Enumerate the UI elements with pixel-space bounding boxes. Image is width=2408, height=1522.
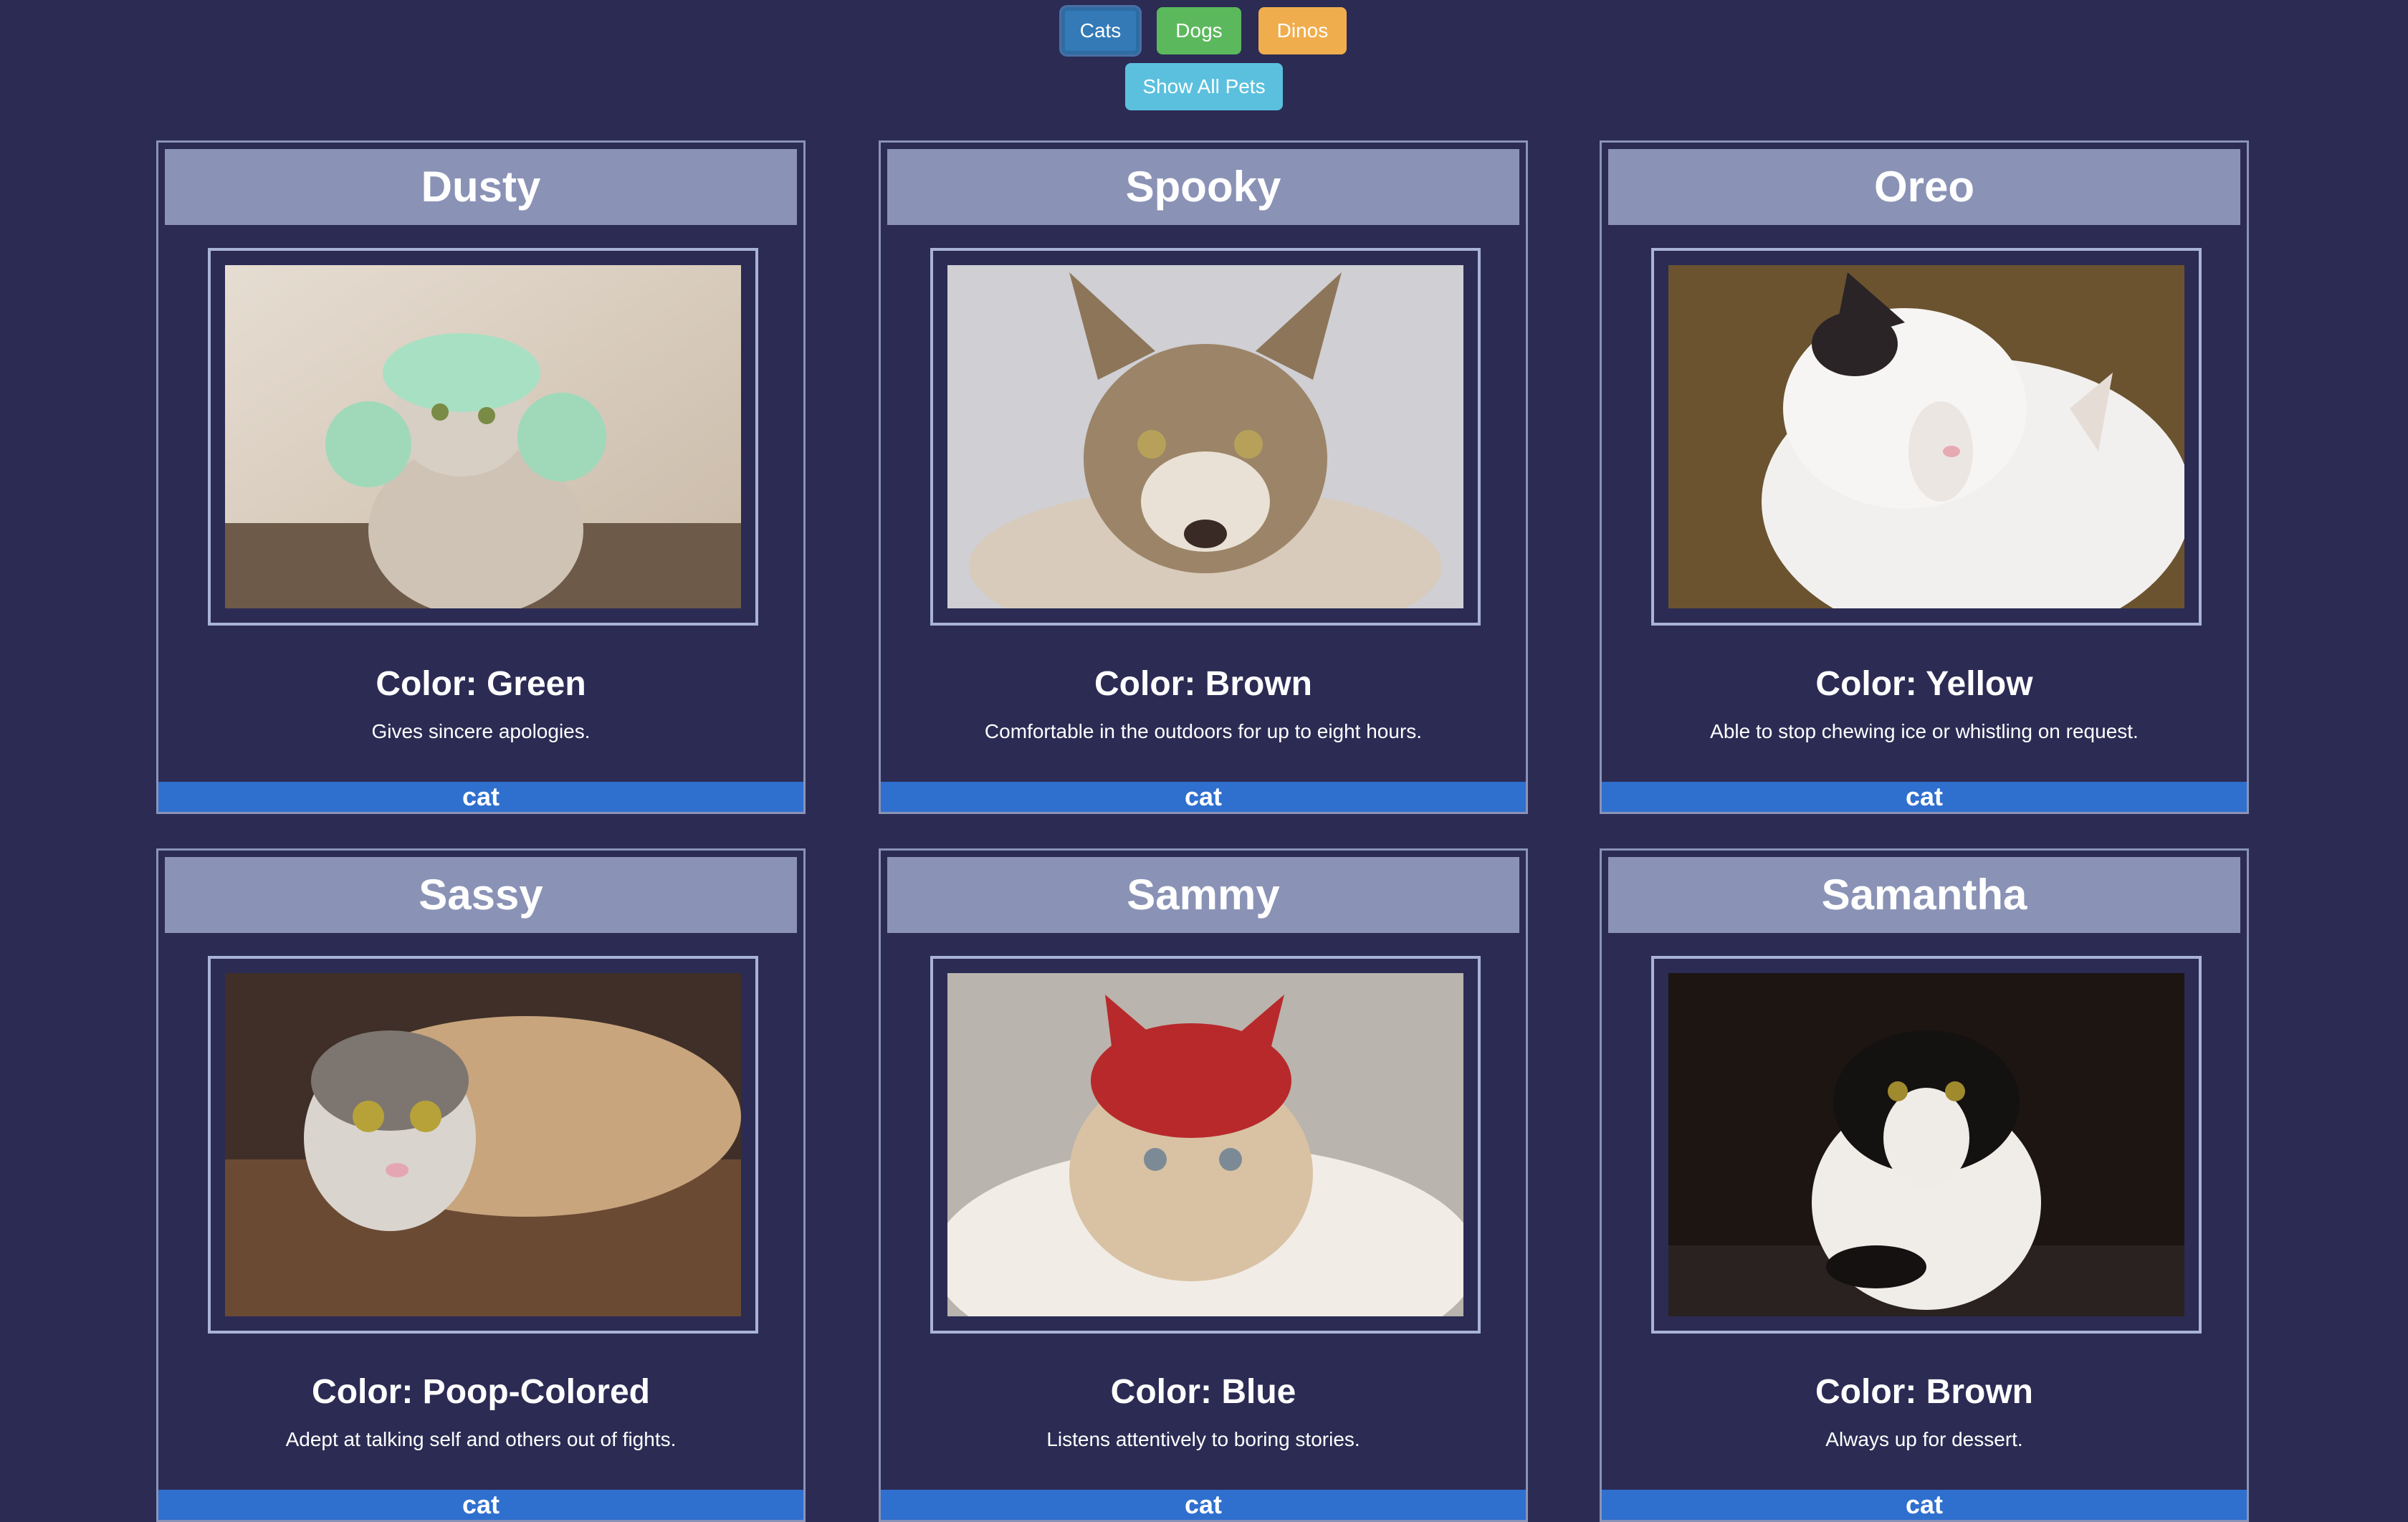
pet-type-bar: cat bbox=[158, 1490, 803, 1520]
pet-description: Adept at talking self and others out of … bbox=[285, 1428, 677, 1450]
pet-card: Dusty Color: Green Gives sincere apologi… bbox=[156, 140, 806, 814]
pet-photo-frame bbox=[208, 956, 758, 1334]
pet-name: Sassy bbox=[165, 857, 797, 933]
pet-color: Color: Brown bbox=[1815, 1373, 2033, 1411]
pet-photo bbox=[225, 265, 741, 608]
pet-photo bbox=[947, 973, 1463, 1316]
pet-name: Spooky bbox=[887, 149, 1519, 225]
pet-description: Able to stop chewing ice or whistling on… bbox=[1710, 720, 2139, 742]
cats-filter-button[interactable]: Cats bbox=[1061, 7, 1140, 54]
dogs-filter-button[interactable]: Dogs bbox=[1157, 7, 1241, 54]
pet-name: Samantha bbox=[1608, 857, 2240, 933]
pet-type-bar: cat bbox=[881, 782, 1526, 812]
pet-card: Oreo Color: Yellow Able to stop chewing … bbox=[1600, 140, 2249, 814]
pet-photo bbox=[947, 265, 1463, 608]
pet-description: Comfortable in the outdoors for up to ei… bbox=[984, 720, 1423, 742]
pet-description: Always up for dessert. bbox=[1825, 1428, 2023, 1450]
pet-color: Color: Yellow bbox=[1815, 665, 2033, 703]
pet-color: Color: Brown bbox=[1094, 665, 1312, 703]
pet-type-bar: cat bbox=[881, 1490, 1526, 1520]
pet-card: Spooky Color: Brown Comfortable in the o… bbox=[879, 140, 1528, 814]
show-all-pets-button[interactable]: Show All Pets bbox=[1125, 63, 1283, 110]
pet-name: Sammy bbox=[887, 857, 1519, 933]
pet-color: Color: Blue bbox=[1110, 1373, 1296, 1411]
pet-card: Samantha Color: Brown Always up for dess… bbox=[1600, 848, 2249, 1522]
pet-photo bbox=[1668, 973, 2184, 1316]
pet-photo bbox=[225, 973, 741, 1316]
pet-type-bar: cat bbox=[1602, 1490, 2247, 1520]
pet-filter-bar: Cats Dogs Dinos bbox=[0, 7, 2408, 54]
pet-color: Color: Poop-Colored bbox=[312, 1373, 650, 1411]
show-all-row: Show All Pets bbox=[0, 63, 2408, 110]
pet-photo-frame bbox=[1651, 248, 2202, 626]
pet-photo bbox=[1668, 265, 2184, 608]
pet-description: Listens attentively to boring stories. bbox=[1046, 1428, 1360, 1450]
pet-description: Gives sincere apologies. bbox=[371, 720, 591, 742]
pet-photo-frame bbox=[1651, 956, 2202, 1334]
pet-color: Color: Green bbox=[376, 665, 586, 703]
pet-photo-frame bbox=[930, 956, 1481, 1334]
pet-photo-frame bbox=[208, 248, 758, 626]
pet-name: Dusty bbox=[165, 149, 797, 225]
pet-name: Oreo bbox=[1608, 149, 2240, 225]
pet-type-bar: cat bbox=[158, 782, 803, 812]
pet-card: Sassy Color: Poop-Colored Adept at talki… bbox=[156, 848, 806, 1522]
pet-card: Sammy Color: Blue Listens attentively to… bbox=[879, 848, 1528, 1522]
pet-photo-frame bbox=[930, 248, 1481, 626]
pet-type-bar: cat bbox=[1602, 782, 2247, 812]
dinos-filter-button[interactable]: Dinos bbox=[1258, 7, 1347, 54]
